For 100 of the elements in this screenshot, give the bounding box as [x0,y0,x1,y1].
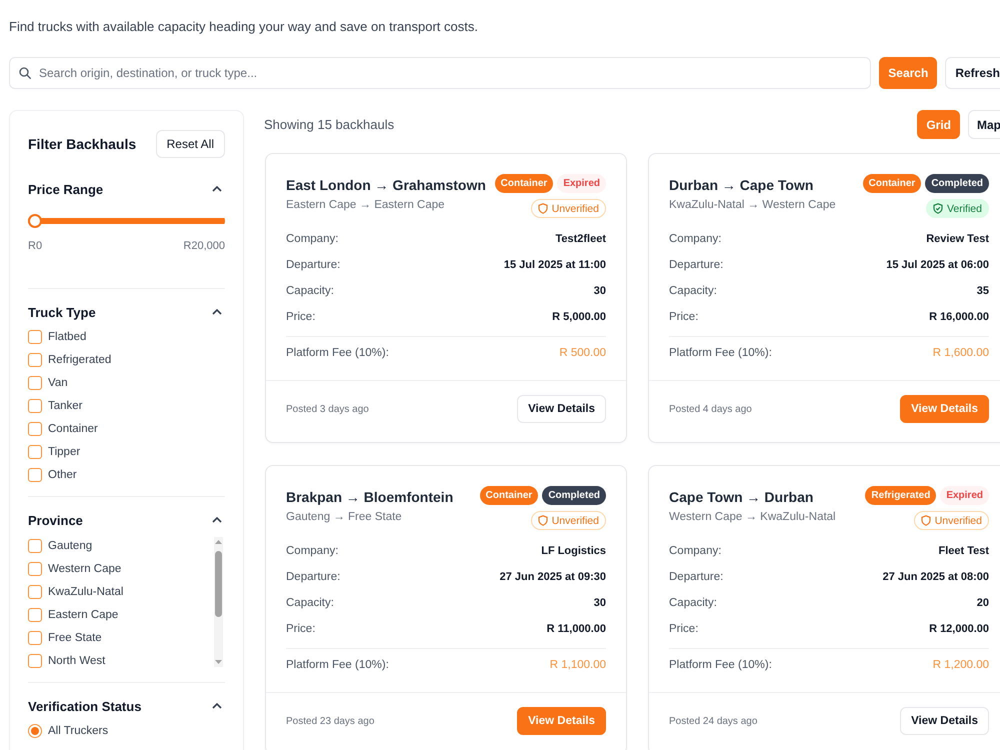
filter-title: Filter Backhauls [28,136,136,152]
completed-tag: Completed [542,486,606,505]
detail-value: Fleet Test [938,545,989,557]
fee-label: Platform Fee (10%): [669,659,772,671]
fee-label: Platform Fee (10%): [286,347,389,359]
scroll-up-icon[interactable] [215,540,222,544]
detail-label: Company: [669,233,722,245]
checkbox-label[interactable]: North West [48,654,106,666]
detail-value: 27 Jun 2025 at 08:00 [882,571,989,583]
section-title: Province [28,512,83,528]
fee-label: Platform Fee (10%): [286,659,389,671]
posted-time: Posted 4 days ago [669,404,752,414]
posted-time: Posted 23 days ago [286,716,374,726]
checkbox-label[interactable]: Gauteng [48,540,92,552]
detail-label: Departure: [669,259,724,271]
min-price-label: R0 [28,240,42,252]
detail-value: LF Logistics [541,545,606,557]
checkbox-label[interactable]: Refrigerated [48,354,112,366]
radio-label[interactable]: All Truckers [48,724,108,736]
detail-value: Review Test [926,233,989,245]
posted-time: Posted 24 days ago [669,716,758,726]
detail-label: Company: [286,233,338,245]
detail-label: Capacity: [286,597,334,609]
detail-label: Capacity: [669,597,717,609]
detail-label: Departure: [669,571,724,583]
detail-value: 30 [594,285,606,297]
scrollbar-track[interactable] [214,537,223,667]
shield-icon [538,515,548,526]
truck-type-tag: Container [862,174,922,193]
route-title: Brakpan → Bloemfontein [286,488,454,507]
detail-label: Price: [669,311,698,323]
detail-value: 30 [594,597,606,609]
detail-value: 15 Jul 2025 at 06:00 [886,259,989,271]
checkbox[interactable] [28,398,42,412]
chevron-up-icon[interactable] [212,309,222,315]
checkbox[interactable] [28,630,42,644]
detail-label: Departure: [286,259,340,271]
checkbox[interactable] [28,562,42,576]
checkbox[interactable] [28,584,42,598]
detail-label: Price: [286,623,316,635]
chevron-up-icon[interactable] [212,517,222,523]
province-route: Eastern Cape → Eastern Cape [286,198,445,213]
checkbox[interactable] [28,654,42,668]
route-title: East London → Grahamstown [286,176,486,195]
section-title: Truck Type [28,304,96,320]
province-route: Western Cape → KwaZulu-Natal [669,510,836,525]
checkbox-label[interactable]: Tipper [48,446,80,458]
chevron-up-icon[interactable] [212,186,222,192]
refresh-button[interactable]: Refresh [945,57,1000,89]
results-count: Showing 15 backhauls [264,117,394,132]
route-title: Durban → Cape Town [669,176,814,195]
fee-value: R 1,200.00 [932,659,989,671]
verification-label: Unverified [552,514,599,526]
fee-value: R 1,600.00 [932,347,989,359]
scrollbar-thumb[interactable] [215,551,222,617]
checkbox[interactable] [28,352,42,366]
scroll-down-icon[interactable] [215,660,222,664]
checkbox[interactable] [28,444,42,458]
checkbox-label[interactable]: Tanker [48,400,83,412]
expired-tag: Expired [557,174,606,193]
province-route: KwaZulu-Natal → Western Cape [669,198,836,213]
checkbox[interactable] [28,468,42,482]
checkbox[interactable] [28,330,42,344]
route-title: Cape Town → Durban [669,488,814,507]
reset-all-button[interactable]: Reset All [156,130,225,158]
intro-text: Find trucks with available capacity heading your way and save on transport costs. [9,19,478,35]
completed-tag: Completed [925,174,989,193]
detail-value: R 5,000.00 [552,311,606,323]
detail-value: 20 [976,597,989,609]
province-route: Gauteng → Free State [286,510,402,525]
truck-type-tag: Refrigerated [865,486,936,505]
checkbox[interactable] [28,422,42,436]
view-details-button[interactable]: View Details [900,707,989,735]
detail-label: Departure: [286,571,340,583]
section-title: Verification Status [28,698,142,714]
detail-value: R 12,000.00 [929,623,989,635]
detail-value: 27 Jun 2025 at 09:30 [500,571,606,583]
verification-label: Unverified [934,514,982,526]
checkbox[interactable] [28,376,42,390]
checkbox-label[interactable]: Eastern Cape [48,608,118,620]
checkbox-label[interactable]: KwaZulu-Natal [48,586,124,598]
checkbox-label[interactable]: Flatbed [48,330,86,342]
checkbox-label[interactable]: Container [48,422,98,434]
detail-value: Test2fleet [555,233,606,245]
checkbox-label[interactable]: Other [48,468,77,480]
truck-type-tag: Container [480,486,538,505]
checkbox-label[interactable]: Western Cape [48,562,122,574]
checkbox[interactable] [28,608,42,622]
checkbox[interactable] [28,538,42,552]
fee-value: R 1,100.00 [550,659,606,671]
checkbox-label[interactable]: Free State [48,632,102,644]
fee-label: Platform Fee (10%): [669,347,772,359]
slider-thumb[interactable] [28,214,42,228]
fee-value: R 500.00 [559,347,606,359]
view-details-button[interactable]: View Details [517,395,606,423]
checkbox-label[interactable]: Van [48,376,68,388]
chevron-up-icon[interactable] [212,703,222,709]
radio-button[interactable] [28,724,42,738]
verification-label: Verified [946,202,982,214]
search-field[interactable]: Search origin, destination, or truck type... [9,57,872,89]
